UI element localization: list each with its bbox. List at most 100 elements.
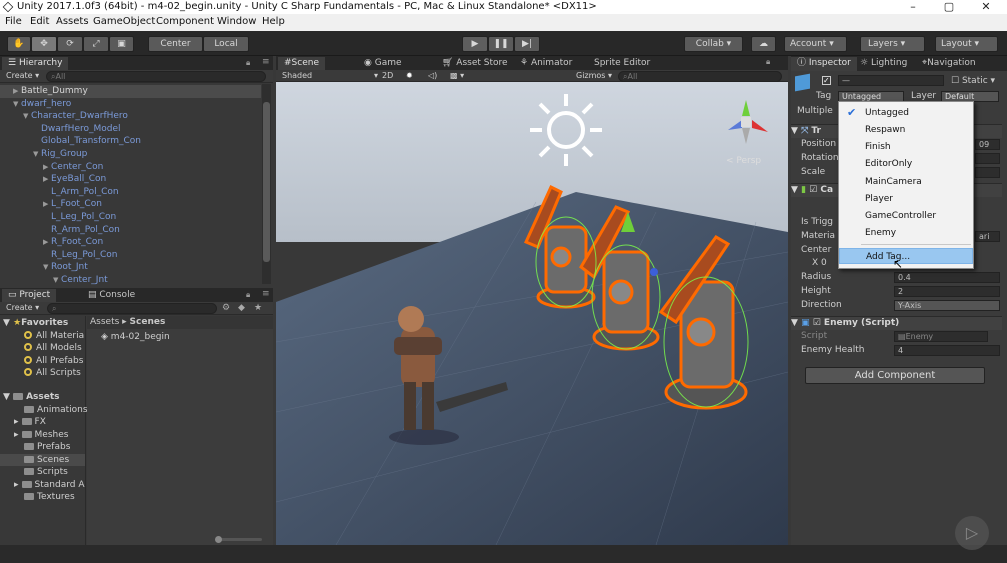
height-field[interactable]: 2 <box>894 286 1000 297</box>
layers-dropdown[interactable]: Layers ▾ <box>860 36 925 52</box>
script-field[interactable]: ▤Enemy <box>894 331 988 342</box>
hierarchy-item[interactable]: ▼ Rig_Group <box>33 148 87 161</box>
folder-item[interactable]: Textures <box>24 491 75 503</box>
scene-file-item[interactable]: ◈ m4-02_begin <box>101 331 170 343</box>
scale-tool-button[interactable]: ⤢ <box>83 36 109 52</box>
tag-option-maincamera[interactable]: MainCamera <box>839 174 973 190</box>
folder-item[interactable]: Scripts <box>24 466 68 478</box>
audio-toggle-icon[interactable]: ◁) <box>428 71 437 82</box>
tag-option-finish[interactable]: Finish <box>839 139 973 155</box>
folder-item[interactable]: Animations <box>24 404 88 416</box>
cloud-button[interactable]: ☁ <box>751 36 776 52</box>
account-dropdown[interactable]: Account ▾ <box>784 36 847 52</box>
folder-item[interactable]: ▸ Meshes <box>14 429 68 441</box>
tag-option-gamecontroller[interactable]: GameController <box>839 208 973 224</box>
pivot-local-button[interactable]: Local <box>203 36 249 52</box>
step-button[interactable]: ▶| <box>514 36 540 52</box>
persp-label[interactable]: < Persp <box>726 156 761 166</box>
tag-option-editoronly[interactable]: EditorOnly <box>839 156 973 172</box>
hand-tool-button[interactable]: ✋ <box>7 36 31 52</box>
folder-item-selected[interactable]: Scenes <box>0 454 85 466</box>
favorite-item[interactable]: All Models <box>24 342 82 354</box>
tab-navigation[interactable]: ⌖Navigation <box>916 57 982 71</box>
hierarchy-item[interactable]: ▼ Center_Jnt <box>53 274 108 287</box>
expand-arrow-icon[interactable]: ▼ <box>43 261 51 273</box>
menu-help[interactable]: Help <box>262 16 285 27</box>
expand-arrow-icon[interactable]: ▼ <box>53 274 61 286</box>
add-tag-option[interactable]: Add Tag... <box>839 248 973 264</box>
scene-search-input[interactable]: ⌕All <box>618 71 782 82</box>
enemy-script-header[interactable]: ▼ ▣ ☑ Enemy (Script) <box>791 316 1002 330</box>
lock-icon[interactable]: 🔒︎ <box>246 58 250 68</box>
direction-dropdown[interactable]: Y-Axis <box>894 300 1000 311</box>
collapse-arrow-icon[interactable]: ▶ <box>43 198 51 210</box>
tag-option-enemy[interactable]: Enemy <box>839 225 973 241</box>
effects-toggle-icon[interactable]: ▩ ▾ <box>450 71 464 82</box>
project-menu-icon[interactable]: ≡ <box>262 289 270 299</box>
favorite-item[interactable]: All Prefabs <box>24 355 83 367</box>
hierarchy-item[interactable]: ▶ EyeBall_Con <box>43 173 106 186</box>
pivot-center-button[interactable]: Center <box>148 36 203 52</box>
hierarchy-item[interactable]: ▼ dwarf_hero <box>13 98 71 111</box>
hierarchy-item[interactable]: ▶ R_Foot_Con <box>43 236 103 249</box>
tab-lighting[interactable]: ☼ Lighting <box>854 57 913 71</box>
project-lock-icon[interactable]: 🔒︎ <box>246 290 250 300</box>
collapse-arrow-icon[interactable]: ▶ <box>43 236 51 248</box>
expand-arrow-icon[interactable]: ▼ <box>13 98 21 110</box>
hierarchy-item[interactable]: L_Leg_Pol_Con <box>43 211 116 224</box>
radius-field[interactable]: 0.4 <box>894 272 1000 283</box>
hierarchy-item[interactable]: ▼ Root_Jnt <box>43 261 88 274</box>
pause-button[interactable]: ❚❚ <box>488 36 514 52</box>
hierarchy-item[interactable]: ▶ Battle_Dummy <box>0 85 261 98</box>
tab-game[interactable]: ◉ Game <box>358 57 408 71</box>
project-search-input[interactable]: ⌕ <box>47 303 217 314</box>
menu-file[interactable]: File <box>5 16 22 27</box>
hierarchy-item[interactable]: ▼ Character_DwarfHero <box>23 110 128 123</box>
add-component-button[interactable]: Add Component <box>805 367 985 384</box>
tab-inspector[interactable]: ⓘ Inspector <box>791 57 857 71</box>
tab-hierarchy[interactable]: ☰ Hierarchy <box>2 57 69 71</box>
tag-option-player[interactable]: Player <box>839 191 973 207</box>
filter-type-icon[interactable]: ⚙ <box>222 303 230 313</box>
rotation-z-field[interactable] <box>975 153 1000 164</box>
tab-project[interactable]: ▭ Project <box>2 289 57 303</box>
project-create-button[interactable]: Create ▾ <box>6 303 39 314</box>
menu-component[interactable]: Component <box>156 16 214 27</box>
hierarchy-item[interactable]: ▶ L_Foot_Con <box>43 198 102 211</box>
menu-gameobject[interactable]: GameObject <box>93 16 155 27</box>
hierarchy-scrollbar[interactable] <box>262 84 271 284</box>
hierarchy-item[interactable]: L_Arm_Pol_Con <box>43 186 119 199</box>
collapse-arrow-icon[interactable]: ▶ <box>43 161 51 173</box>
play-overlay-icon[interactable]: ▷ <box>955 516 989 550</box>
play-button[interactable]: ▶ <box>462 36 488 52</box>
scene-viewport[interactable]: < Persp <box>276 82 788 545</box>
assets-header[interactable]: ▼ Assets <box>3 391 60 403</box>
collapse-arrow-icon[interactable]: ▶ <box>13 85 21 97</box>
rect-tool-button[interactable]: ▣ <box>109 36 134 52</box>
tab-scene[interactable]: #Scene <box>278 57 325 71</box>
favorites-header[interactable]: ▼ ★Favorites <box>3 317 68 329</box>
enemy-health-field[interactable]: 4 <box>894 345 1000 356</box>
tab-animator[interactable]: ⚘ Animator <box>514 57 578 71</box>
tag-option-untagged[interactable]: ✔ Untagged <box>839 105 973 121</box>
tag-option-respawn[interactable]: Respawn <box>839 122 973 138</box>
menu-window[interactable]: Window <box>217 16 256 27</box>
move-handle-z[interactable] <box>650 268 658 276</box>
hierarchy-item[interactable]: DwarfHero_Model <box>33 123 121 136</box>
name-field[interactable]: — <box>838 75 944 86</box>
hierarchy-item[interactable]: ▶ Center_Con <box>43 161 103 174</box>
hierarchy-search-input[interactable]: ⌕All <box>46 71 266 82</box>
breadcrumb-assets[interactable]: Assets <box>90 317 119 327</box>
hierarchy-item[interactable]: R_Leg_Pol_Con <box>43 249 117 262</box>
folder-item[interactable]: ▸ FX <box>14 416 46 428</box>
scale-z-field[interactable] <box>975 167 1000 178</box>
hierarchy-item[interactable]: Global_Transform_Con <box>33 135 141 148</box>
static-toggle[interactable]: ☐ Static ▾ <box>951 76 995 86</box>
filter-label-icon[interactable]: ◆ <box>238 303 245 313</box>
tab-console[interactable]: ▤ Console <box>82 289 141 303</box>
tab-sprite-editor[interactable]: Sprite Editor <box>588 57 656 71</box>
collab-button[interactable]: Collab ▾ <box>684 36 743 52</box>
close-button[interactable]: ✕ <box>969 0 1003 14</box>
favorite-star-icon[interactable]: ★ <box>254 303 262 313</box>
toggle-2d-button[interactable]: 2D <box>382 71 393 82</box>
